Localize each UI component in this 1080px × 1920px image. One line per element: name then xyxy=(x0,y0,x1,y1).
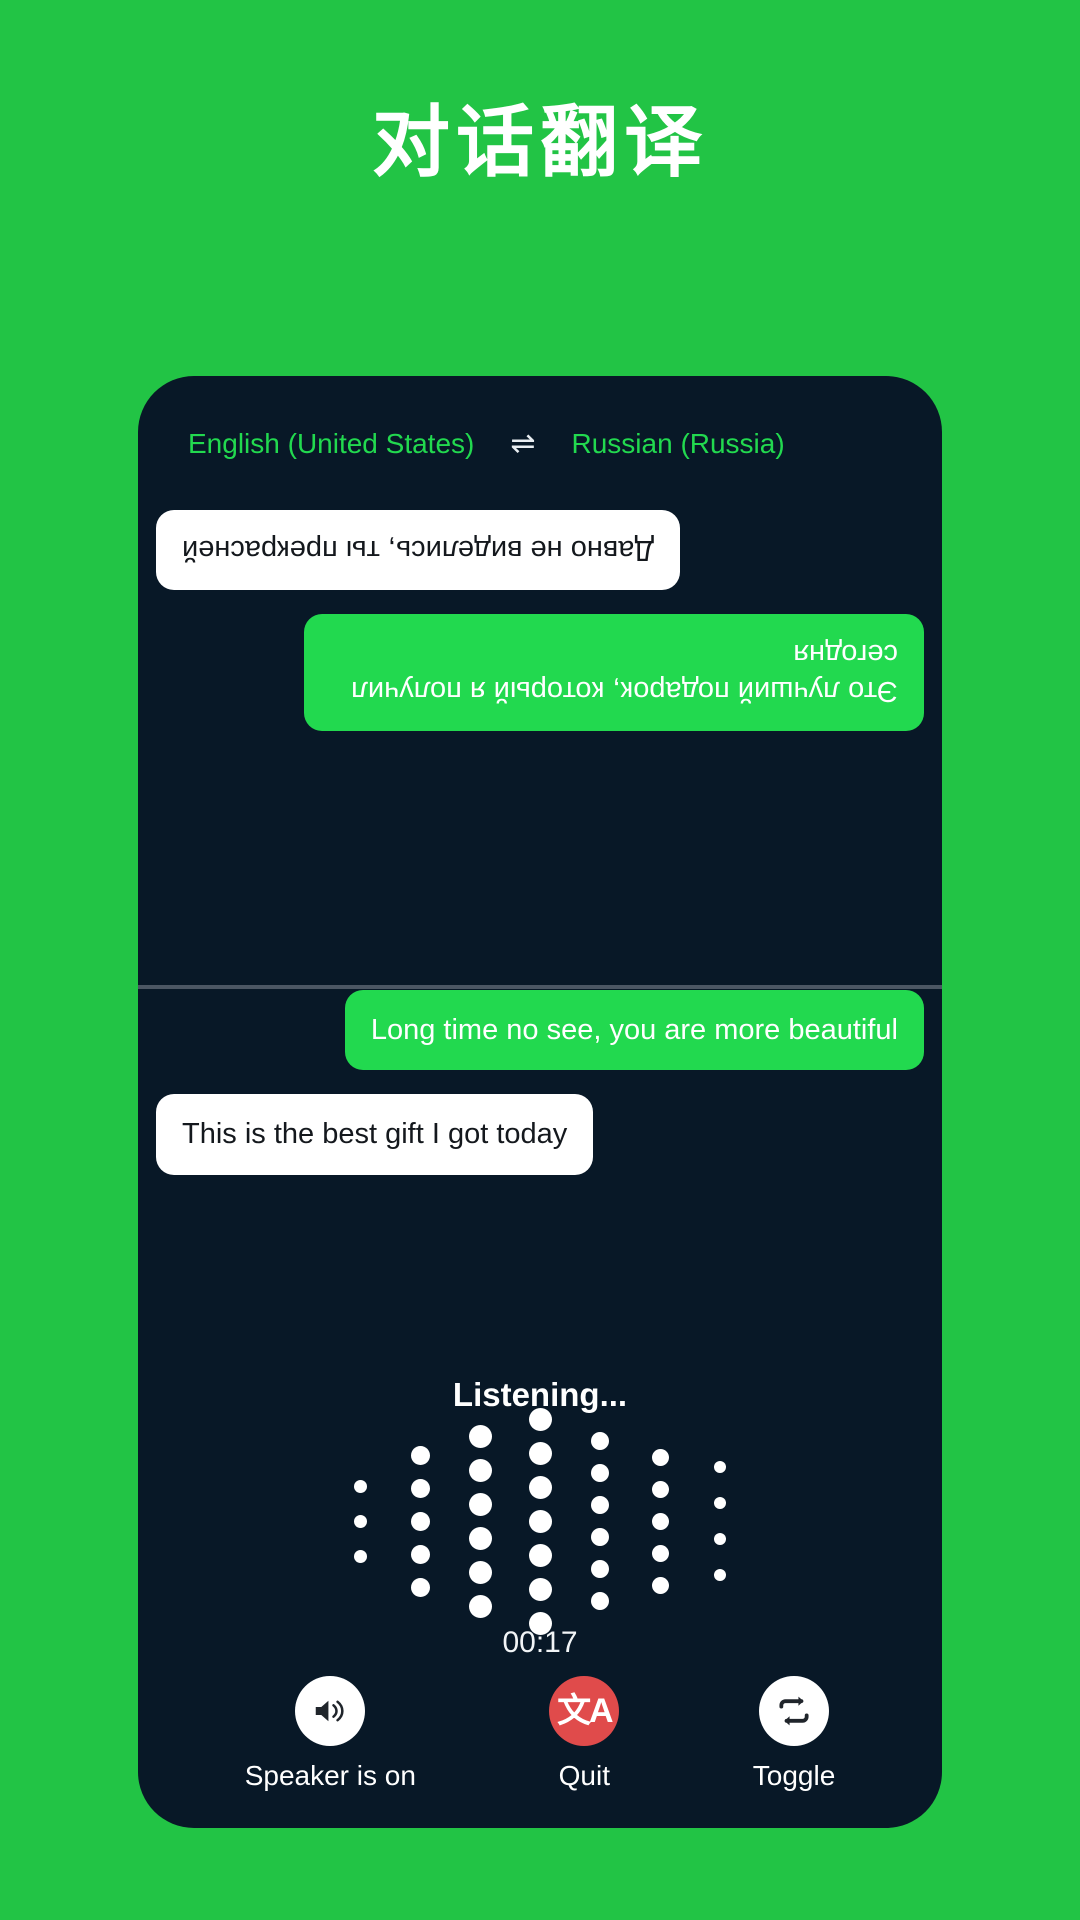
visualizer-dot xyxy=(468,1594,492,1618)
visualizer-dot xyxy=(528,1577,552,1601)
visualizer-dot xyxy=(353,1514,367,1528)
visualizer-dot xyxy=(714,1533,726,1545)
visualizer-dot xyxy=(528,1407,552,1431)
quit-button-circle[interactable]: 文A xyxy=(549,1676,620,1746)
visualizer-dot xyxy=(410,1445,430,1465)
speaker-button[interactable]: Speaker is on xyxy=(245,1676,416,1792)
quit-button[interactable]: 文A Quit xyxy=(549,1676,620,1792)
speaker-button-label: Speaker is on xyxy=(244,1760,416,1791)
page-title: 对话翻译 xyxy=(371,98,708,186)
visualizer-dot xyxy=(353,1479,367,1493)
audio-visualizer xyxy=(138,1407,942,1635)
message-bubble: Long time no see, you are more beautiful xyxy=(344,990,924,1071)
visualizer-column xyxy=(570,1432,630,1610)
visualizer-dot xyxy=(410,1577,430,1597)
visualizer-dot xyxy=(468,1560,492,1584)
visualizer-column xyxy=(330,1479,390,1563)
visualizer-dot xyxy=(651,1544,669,1562)
visualizer-dot xyxy=(651,1448,669,1466)
visualizer-column xyxy=(690,1461,750,1581)
visualizer-dot xyxy=(353,1549,367,1563)
visualizer-dot xyxy=(591,1496,609,1514)
visualizer-column xyxy=(450,1424,510,1618)
visualizer-dot xyxy=(468,1424,492,1448)
visualizer-dot xyxy=(528,1509,552,1533)
visualizer-dot xyxy=(714,1461,726,1473)
visualizer-dot xyxy=(468,1492,492,1516)
visualizer-dot xyxy=(651,1512,669,1530)
visualizer-dot xyxy=(528,1543,552,1567)
translated-conversation-pane: Это лучший подарок, который я получил се… xyxy=(138,486,942,984)
visualizer-dot xyxy=(468,1458,492,1482)
visualizer-dot xyxy=(591,1464,609,1482)
language-bar: English (United States) ⇌ Russian (Russi… xyxy=(138,428,942,460)
visualizer-dot xyxy=(714,1497,726,1509)
speaker-on-icon xyxy=(316,1700,344,1722)
message-bubble: Давно не виделись, ты прекрасней xyxy=(156,510,681,591)
recording-timer: 00:17 xyxy=(502,1626,578,1659)
visualizer-dot xyxy=(410,1511,430,1531)
toggle-button-label: Toggle xyxy=(752,1760,836,1791)
visualizer-dot xyxy=(714,1569,726,1581)
visualizer-dot xyxy=(410,1478,430,1498)
swap-languages-icon[interactable]: ⇌ xyxy=(510,429,535,459)
visualizer-column xyxy=(510,1407,570,1635)
visualizer-dot xyxy=(591,1432,609,1450)
visualizer-dot xyxy=(651,1480,669,1498)
visualizer-dot xyxy=(528,1475,552,1499)
visualizer-dot xyxy=(468,1526,492,1550)
target-language-selector[interactable]: Russian (Russia) xyxy=(572,428,785,460)
speaker-button-circle[interactable] xyxy=(295,1676,366,1746)
repeat-icon xyxy=(779,1696,809,1726)
screen-root: 对话翻译 English (United States) ⇌ Russian (… xyxy=(0,0,1080,1920)
visualizer-dot xyxy=(591,1528,609,1546)
control-bar: Speaker is on 文A Quit Toggle xyxy=(138,1676,942,1792)
source-language-selector[interactable]: English (United States) xyxy=(188,428,474,460)
visualizer-dot xyxy=(591,1560,609,1578)
toggle-button[interactable]: Toggle xyxy=(752,1676,836,1792)
translate-icon: 文A xyxy=(557,1692,614,1730)
visualizer-dot xyxy=(528,1441,552,1465)
message-bubble: Это лучший подарок, который я получил се… xyxy=(304,614,924,731)
pane-divider xyxy=(138,985,942,989)
message-bubble: This is the best gift I got today xyxy=(156,1094,594,1175)
visualizer-dot xyxy=(410,1544,430,1564)
visualizer-column xyxy=(630,1448,690,1594)
visualizer-dot xyxy=(651,1576,669,1594)
quit-button-label: Quit xyxy=(558,1760,611,1791)
source-conversation-pane: Long time no see, you are more beautiful… xyxy=(138,990,942,1290)
toggle-button-circle[interactable] xyxy=(759,1676,830,1746)
visualizer-dot xyxy=(591,1592,609,1610)
phone-frame: English (United States) ⇌ Russian (Russi… xyxy=(138,376,942,1828)
visualizer-column xyxy=(390,1445,450,1597)
